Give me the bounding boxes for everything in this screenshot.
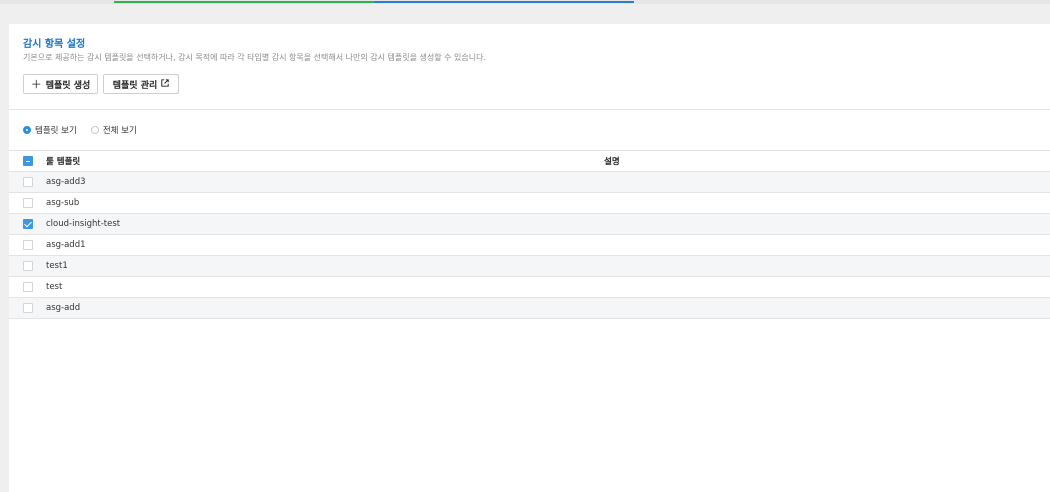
select-all-checkbox[interactable]	[23, 156, 33, 166]
row-checkbox[interactable]	[23, 261, 33, 271]
row-name: asg-add3	[46, 177, 86, 187]
table-row[interactable]: cloud-insight-test	[9, 214, 1050, 235]
table-row[interactable]: asg-sub	[9, 193, 1050, 214]
row-name: cloud-insight-test	[46, 219, 121, 229]
row-checkbox[interactable]	[23, 198, 33, 208]
header-name: 룰 템플릿	[46, 157, 81, 167]
external-link-icon	[161, 78, 169, 90]
table-row[interactable]: asg-add3	[9, 172, 1050, 193]
row-name: test1	[46, 261, 68, 271]
section-title: 감시 항목 설정	[23, 39, 86, 50]
divider	[9, 109, 1050, 110]
row-name: asg-sub	[46, 198, 80, 208]
progress-segment-current	[374, 1, 634, 3]
header-description: 설명	[604, 157, 620, 167]
table-header: 룰 템플릿 설명	[9, 150, 1050, 172]
monitoring-settings-panel: 감시 항목 설정 기본으로 제공하는 감시 템플릿을 선택하거나, 감시 목적에…	[9, 24, 1050, 492]
row-checkbox[interactable]	[23, 240, 33, 250]
create-template-label: 템플릿 생성	[45, 80, 91, 91]
row-checkbox[interactable]	[23, 303, 33, 313]
manage-template-label: 템플릿 관리	[112, 80, 158, 91]
row-checkbox[interactable]	[23, 219, 33, 229]
row-name: test	[46, 282, 63, 292]
table-row[interactable]: asg-add1	[9, 235, 1050, 256]
radio-indicator	[90, 126, 99, 134]
step-progress-bar	[0, 0, 1050, 4]
table-row[interactable]: test1	[9, 256, 1050, 277]
radio-template-view[interactable]: 템플릿 보기	[23, 124, 77, 136]
radio-template-view-label: 템플릿 보기	[35, 126, 77, 136]
rule-template-table: 룰 템플릿 설명 asg-add3 asg-sub cloud-insight-…	[9, 150, 1050, 319]
manage-template-button[interactable]: 템플릿 관리	[103, 74, 179, 94]
create-template-button[interactable]: ＋ 템플릿 생성	[23, 74, 98, 94]
radio-indicator	[23, 126, 31, 134]
row-name: asg-add	[46, 303, 81, 313]
view-mode-radio-group: 템플릿 보기 전체 보기	[23, 124, 137, 136]
radio-all-view-label: 전체 보기	[102, 126, 137, 136]
table-row[interactable]: asg-add	[9, 298, 1050, 319]
row-checkbox[interactable]	[23, 282, 33, 292]
radio-all-view[interactable]: 전체 보기	[90, 124, 137, 136]
row-name: asg-add1	[46, 240, 86, 250]
table-row[interactable]: test	[9, 277, 1050, 298]
row-checkbox[interactable]	[23, 177, 33, 187]
section-description: 기본으로 제공하는 감시 템플릿을 선택하거나, 감시 목적에 따라 각 타입별…	[23, 53, 487, 62]
plus-icon: ＋	[30, 78, 42, 91]
progress-segment-complete	[114, 1, 374, 3]
